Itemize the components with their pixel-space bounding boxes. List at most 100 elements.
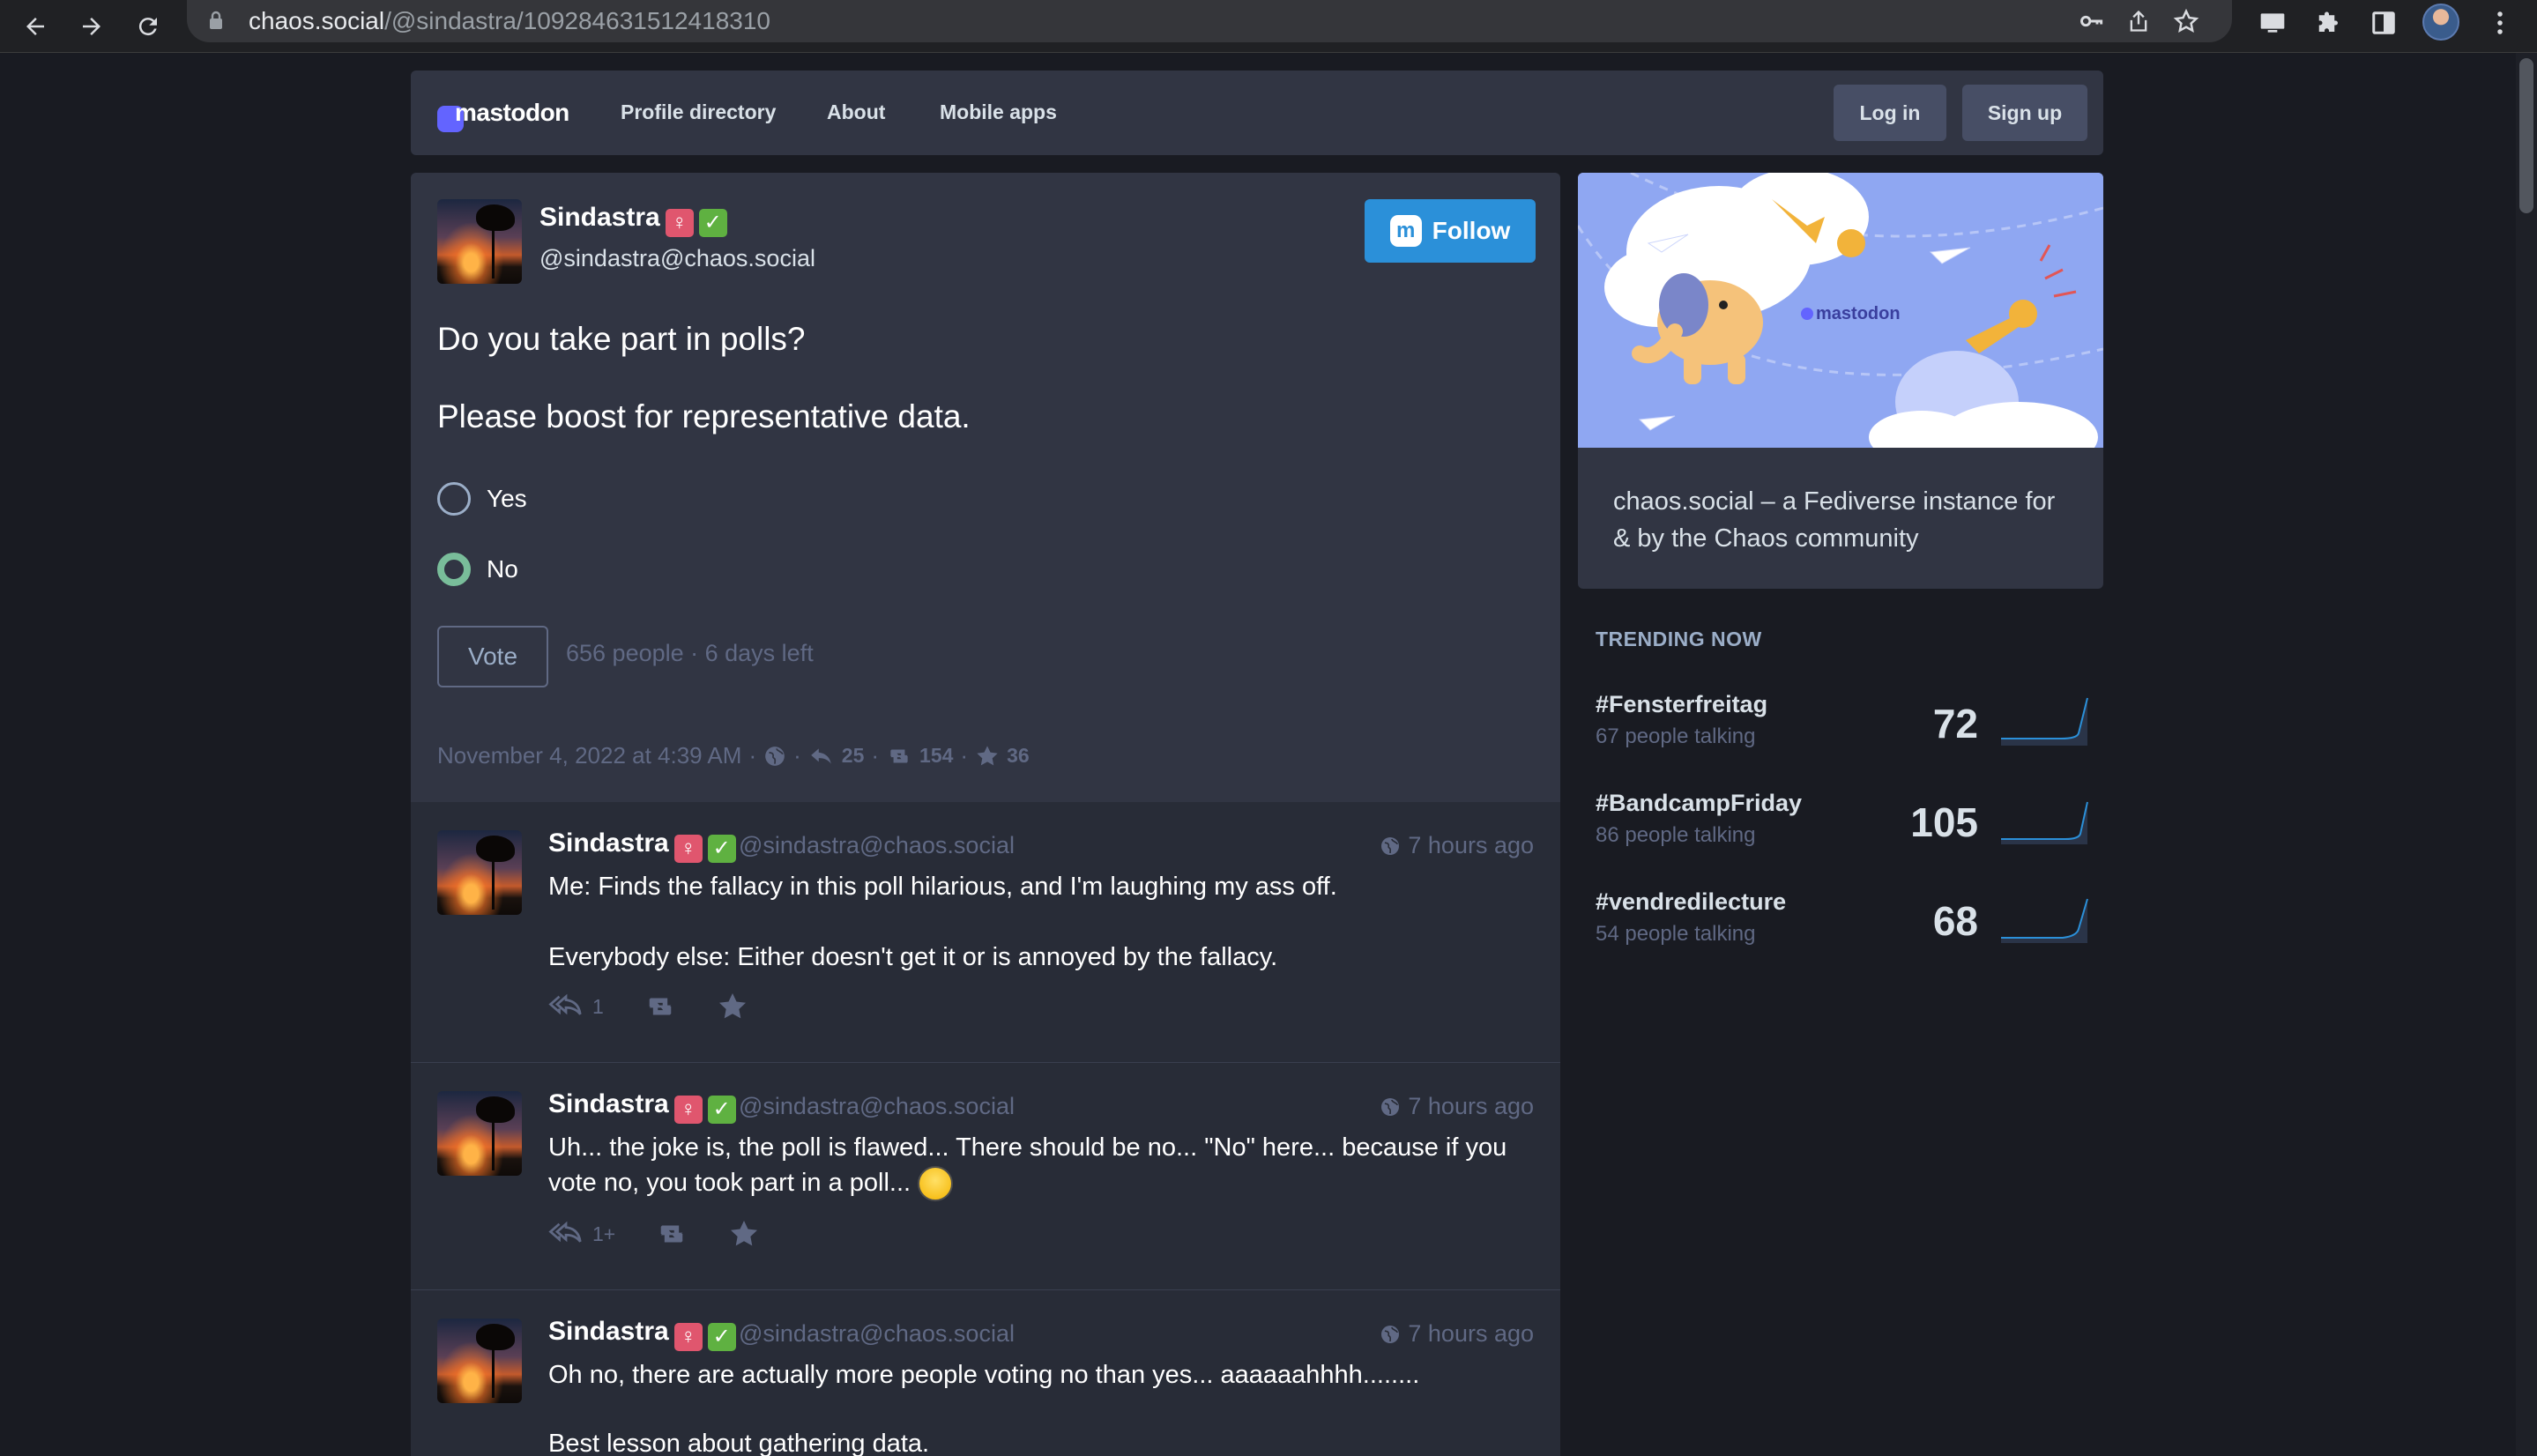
site-header: mastodon Profile directory About Mobile … <box>411 71 2103 155</box>
female-sign-emoji-icon: ♀ <box>673 1096 703 1124</box>
time-text: 7 hours ago <box>1408 832 1534 858</box>
poll-option-no[interactable]: No <box>437 552 518 587</box>
display-name-text: Sindastra <box>548 1089 669 1118</box>
status-text-line-2: Please boost for representative data. <box>437 398 971 435</box>
display-name-text: Sindastra <box>548 1317 669 1346</box>
side-panel-icon[interactable] <box>2364 4 2403 42</box>
reply-text-line: Oh no, there are actually more people vo… <box>548 1361 1420 1389</box>
globe-icon <box>1381 1097 1400 1116</box>
reply-text-line: Me: Finds the fallacy in this poll hilar… <box>548 873 1337 901</box>
server-about-card: chaos.social – a Fediverse instance for … <box>1578 448 2103 589</box>
follow-button[interactable]: m Follow <box>1365 199 1536 263</box>
globe-icon <box>765 746 785 766</box>
account-handle: @sindastra@chaos.social <box>739 1320 1015 1347</box>
anxious-face-emoji-icon <box>918 1166 954 1202</box>
time-text: 7 hours ago <box>1408 1093 1534 1119</box>
reply-text-line: vote no, you took part in a poll... <box>548 1165 954 1202</box>
main-column: Sindastra ♀ ✓ @sindastra@chaos.social m Fo… <box>411 173 1560 1456</box>
radio-button-selected[interactable] <box>437 553 471 586</box>
boost-button[interactable] <box>654 1221 689 1247</box>
account-handle: @sindastra@chaos.social <box>539 245 815 271</box>
reply-count: 1+ <box>592 1222 616 1245</box>
display-name[interactable]: Sindastra ♀ ✓ <box>548 1317 736 1351</box>
status-time[interactable]: 7 hours ago <box>1380 1093 1534 1120</box>
reply-status[interactable]: Sindastra ♀ ✓ @sindastra@chaos.social 7 ho… <box>411 1290 1560 1456</box>
vote-button[interactable]: Vote <box>437 626 548 687</box>
address-bar[interactable]: chaos.social/@sindastra/1092846315124183… <box>187 0 2232 42</box>
reply-text-line: Best lesson about gathering data. <box>548 1430 930 1456</box>
account-handle: @sindastra@chaos.social <box>739 1093 1015 1119</box>
cast-icon[interactable] <box>2253 4 2292 42</box>
avatar[interactable] <box>437 1319 522 1403</box>
people-talking: 67 people talking <box>1596 724 1756 748</box>
display-name[interactable]: Sindastra ♀ ✓ <box>539 203 727 237</box>
mastodon-logo[interactable]: mastodon <box>437 93 569 132</box>
star-icon <box>731 1221 758 1246</box>
reload-icon[interactable] <box>125 4 171 49</box>
hashtag-link[interactable]: #vendredilecture <box>1596 888 1786 916</box>
key-icon[interactable] <box>2075 5 2107 37</box>
kebab-menu-icon[interactable] <box>2481 4 2519 42</box>
status-time[interactable]: 7 hours ago <box>1380 832 1534 859</box>
favourite-count: 36 <box>1007 744 1030 767</box>
poll-option-label: Yes <box>487 485 527 512</box>
signup-button[interactable]: Sign up <box>1962 85 2087 141</box>
radio-button[interactable] <box>437 482 471 516</box>
forward-icon[interactable] <box>69 4 115 49</box>
trending-tag-row[interactable]: #BandcampFriday 86 people talking 105 <box>1596 790 2089 860</box>
browser-toolbar: chaos.social/@sindastra/1092846315124183… <box>0 0 2537 53</box>
reply-text-line: Uh... the joke is, the poll is flawed...… <box>548 1133 1507 1162</box>
trend-sparkline <box>2001 697 2088 746</box>
trend-count: 105 <box>1910 799 1978 845</box>
favourite-button[interactable] <box>717 991 748 1022</box>
people-talking: 86 people talking <box>1596 823 1756 847</box>
poll-option-yes[interactable]: Yes <box>437 481 527 516</box>
status-time[interactable]: 7 hours ago <box>1380 1320 1534 1348</box>
nav-about[interactable]: About <box>827 100 885 124</box>
share-icon[interactable] <box>2123 5 2154 37</box>
account-handle: @sindastra@chaos.social <box>739 832 1015 858</box>
display-name-text: Sindastra <box>548 828 669 858</box>
extensions-icon[interactable] <box>2310 4 2348 42</box>
display-name-text: Sindastra <box>539 203 660 232</box>
login-button[interactable]: Log in <box>1834 85 1946 141</box>
boost-button[interactable] <box>643 993 678 1020</box>
avatar[interactable] <box>437 199 522 284</box>
logo-wordmark: mastodon <box>455 99 569 126</box>
nav-mobile-apps[interactable]: Mobile apps <box>940 100 1057 124</box>
status-date[interactable]: November 4, 2022 at 4:39 AM <box>437 742 741 769</box>
people-talking: 54 people talking <box>1596 922 1756 946</box>
check-mark-emoji-icon: ✓ <box>707 835 736 863</box>
hashtag-link[interactable]: #Fensterfreitag <box>1596 691 1767 718</box>
mastodon-elephant-illustration: mastodon <box>1578 173 2103 448</box>
url-text[interactable]: chaos.social/@sindastra/1092846315124183… <box>249 7 770 35</box>
trending-tag-row[interactable]: #vendredilecture 54 people talking 68 <box>1596 888 2089 959</box>
reply-button[interactable]: 1 <box>548 992 604 1021</box>
follow-label: Follow <box>1432 217 1511 244</box>
server-hero-image: mastodon <box>1578 173 2103 448</box>
reply-all-icon <box>548 1221 582 1243</box>
nav-profile-directory[interactable]: Profile directory <box>621 100 776 124</box>
reply-status[interactable]: Sindastra ♀ ✓ @sindastra@chaos.social 7 ho… <box>411 802 1560 1063</box>
detailed-status: Sindastra ♀ ✓ @sindastra@chaos.social m Fo… <box>411 173 1560 802</box>
svg-text:mastodon: mastodon <box>1816 304 1901 323</box>
favourite-button[interactable] <box>728 1218 760 1250</box>
avatar[interactable] <box>437 1091 522 1176</box>
back-icon[interactable] <box>12 4 58 49</box>
boost-icon <box>890 749 908 762</box>
poll-option-label: No <box>487 555 518 583</box>
trending-tag-row[interactable]: #Fensterfreitag 67 people talking 72 <box>1596 691 2089 761</box>
server-description: chaos.social – a Fediverse instance for … <box>1613 487 2056 553</box>
scrollbar-thumb[interactable] <box>2519 58 2533 213</box>
hashtag-link[interactable]: #BandcampFriday <box>1596 790 1802 817</box>
page-scrollbar[interactable] <box>2516 53 2537 1456</box>
reply-status[interactable]: Sindastra ♀ ✓ @sindastra@chaos.social 7 ho… <box>411 1063 1560 1290</box>
trend-count: 68 <box>1932 898 1978 944</box>
reply-count: 25 <box>841 744 865 767</box>
bookmark-star-icon[interactable] <box>2170 5 2202 37</box>
reply-button[interactable]: 1+ <box>548 1219 615 1249</box>
display-name[interactable]: Sindastra ♀ ✓ <box>548 828 736 863</box>
display-name[interactable]: Sindastra ♀ ✓ <box>548 1089 736 1124</box>
avatar[interactable] <box>437 830 522 915</box>
profile-avatar[interactable] <box>2422 4 2459 41</box>
